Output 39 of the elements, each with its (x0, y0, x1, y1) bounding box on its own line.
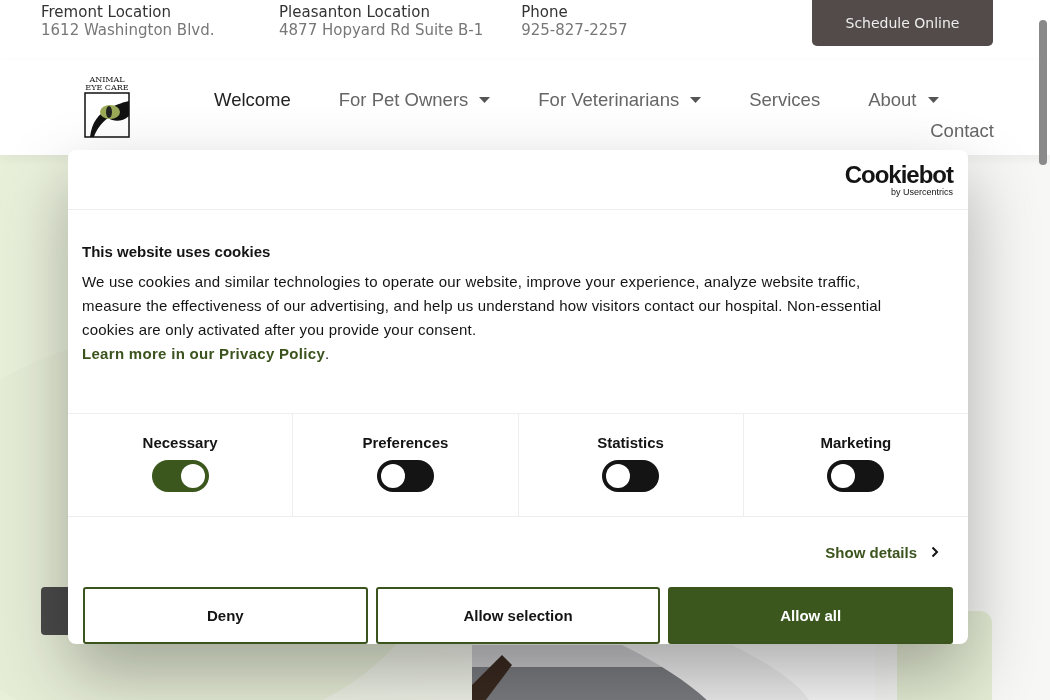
chevron-right-icon (931, 546, 939, 559)
dialog-title: This website uses cookies (82, 242, 272, 260)
allow-all-button[interactable]: Allow all (668, 587, 953, 644)
location-value: 925-827-2257 (521, 21, 629, 40)
logo-text: EYE CARE (85, 84, 129, 92)
location-label: Pleasanton Location (279, 4, 431, 21)
location-value: 1612 Washington Blvd. (41, 21, 216, 40)
category-label: Marketing (820, 433, 892, 451)
nav-link[interactable]: Services (749, 88, 821, 112)
category-label: Statistics (597, 433, 664, 451)
nav-link[interactable]: For Pet Owners (338, 88, 491, 112)
toggle-switch[interactable] (827, 459, 885, 492)
nav-link[interactable]: About (868, 88, 939, 112)
caret-icon (927, 96, 939, 104)
location-label: Phone (521, 4, 569, 21)
privacy-policy-link[interactable]: Learn more in our Privacy Policy (82, 344, 326, 362)
dialog-text: We use cookies and similar technologies to operate our website, improve your experience, analyze website traffic, measure the effectiveness of our advertising, and help us understand how visitors contact our hospital. Non-essential cookies are only activated after you provide your consent. (82, 271, 883, 340)
category-label: Preferences (362, 433, 449, 451)
category-label: Necessary (142, 433, 218, 451)
location-label: Fremont Location (41, 4, 172, 21)
toggle-switch[interactable] (602, 459, 660, 492)
nav-link[interactable]: Contact (930, 120, 994, 141)
cat-eye-logo-icon (84, 92, 130, 138)
toggle-switch[interactable] (376, 459, 434, 492)
schedule-online-button[interactable]: Schedule Online (812, 0, 993, 46)
caret-icon (479, 96, 491, 104)
cookiebot-tagline: by Usercentrics (891, 187, 953, 197)
nav-link[interactable]: Welcome (214, 88, 291, 112)
consent-button[interactable]: Allow selection (375, 587, 661, 644)
show-details-link[interactable]: Show details (825, 542, 939, 563)
punctuation: . (325, 344, 330, 362)
nav-link[interactable]: For Veterinarians (538, 88, 702, 112)
logo-text: ANIMAL (89, 76, 125, 84)
consent-button[interactable]: Deny (83, 587, 368, 644)
toggle-switch[interactable] (151, 459, 209, 492)
caret-icon (690, 96, 702, 104)
cookiebot-logo: Cookiebot (844, 163, 953, 187)
location-value: 4877 Hopyard Rd Suite B-1 (279, 21, 484, 40)
scrollbar[interactable] (1039, 20, 1047, 165)
